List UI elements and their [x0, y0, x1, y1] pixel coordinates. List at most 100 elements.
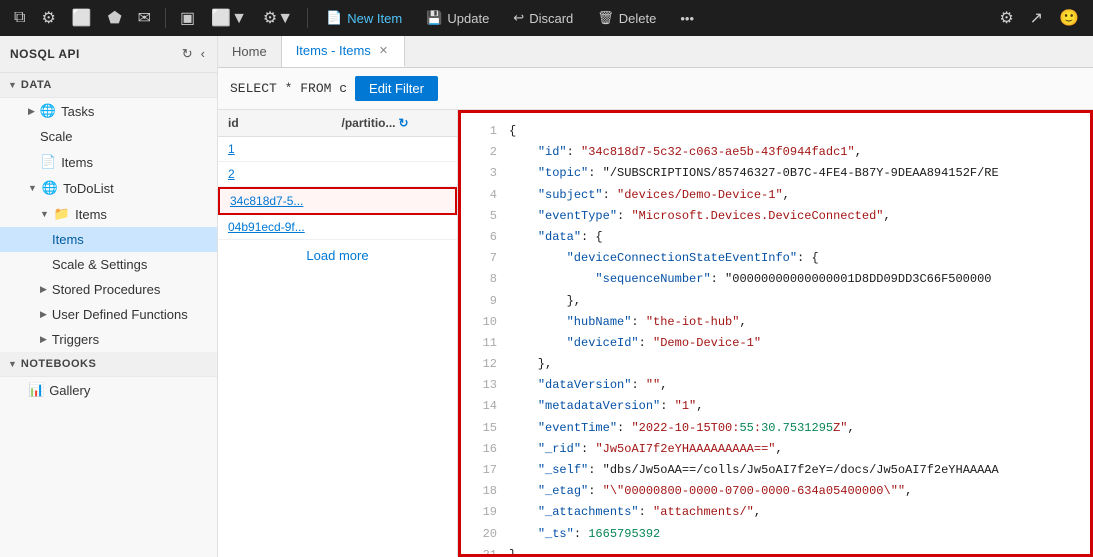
share-icon[interactable]: ↗ [1024, 4, 1049, 32]
todolist-chevron-icon: ▼ [28, 183, 37, 193]
json-line: 13 "dataVersion": "", [461, 375, 1090, 396]
triggers-chevron-icon: ▶ [40, 334, 47, 345]
notebooks-chevron-icon: ▼ [8, 359, 17, 369]
json-line: 12 }, [461, 354, 1090, 375]
refresh-partition-icon[interactable]: ↻ [399, 116, 409, 130]
discard-button[interactable]: ↩ Discard [503, 6, 583, 30]
json-line: 14 "metadataVersion": "1", [461, 396, 1090, 417]
line-number: 10 [469, 313, 497, 332]
json-line: 17 "_self": "dbs/Jw5oAA==/colls/Jw5oAI7f… [461, 460, 1090, 481]
notebooks-section-label: NOTEBOOKS [21, 358, 96, 370]
line-number: 3 [469, 164, 497, 183]
line-number: 20 [469, 525, 497, 544]
profile-icon[interactable]: 🙂 [1053, 4, 1085, 32]
json-line: 18 "_etag": "\"00000800-0000-0700-0000-6… [461, 481, 1090, 502]
todolist-folder-icon: 🌐 [42, 180, 58, 196]
delete-button[interactable]: 🗑 Delete [587, 6, 666, 30]
update-icon: 💾 [426, 10, 442, 26]
line-number: 14 [469, 397, 497, 416]
list-header: id /partitio... ↻ [218, 110, 457, 137]
row-id-3: 34c818d7-5... [230, 194, 334, 208]
line-number: 19 [469, 503, 497, 522]
sidebar-actions: ↻ ‹ [180, 44, 207, 64]
sidebar-item-scale-settings[interactable]: Scale & Settings [0, 252, 217, 277]
copy-icon[interactable]: ⧉ [8, 5, 31, 31]
collapse-sidebar-icon[interactable]: ‹ [199, 44, 207, 64]
global-settings-icon[interactable]: ⚙ [993, 4, 1019, 32]
open-query-icon[interactable]: ⬜▼ [205, 4, 253, 32]
row-id-2: 2 [228, 167, 334, 181]
gallery-label: Gallery [49, 383, 90, 398]
json-line: 11 "deviceId": "Demo-Device-1" [461, 333, 1090, 354]
sidebar-item-gallery[interactable]: 📊 Gallery [0, 377, 217, 403]
todolist-items-group-label: Items [75, 207, 107, 222]
line-number: 2 [469, 143, 497, 162]
main-layout: NOSQL API ↻ ‹ ▼ DATA ▶ 🌐 Tasks Scale 📄 I… [0, 36, 1093, 557]
tab-close-icon[interactable]: ✕ [377, 43, 390, 58]
new-item-icon: 📄 [326, 10, 342, 26]
sidebar-item-triggers[interactable]: ▶ Triggers [0, 327, 217, 352]
delete-label: Delete [619, 11, 657, 26]
edit-filter-button[interactable]: Edit Filter [355, 76, 438, 101]
update-button[interactable]: 💾 Update [416, 6, 499, 30]
sidebar-item-tasks-scale[interactable]: Scale [0, 124, 217, 149]
more-options-button[interactable]: ••• [670, 7, 704, 30]
json-line: 2 "id": "34c818d7-5c32-c063-ae5b-43f0944… [461, 142, 1090, 163]
json-line: 20 "_ts": 1665795392 [461, 524, 1090, 545]
sidebar: NOSQL API ↻ ‹ ▼ DATA ▶ 🌐 Tasks Scale 📄 I… [0, 36, 218, 557]
new-container-icon[interactable]: ▣ [174, 4, 201, 32]
stored-procs-chevron-icon: ▶ [40, 284, 47, 295]
data-section-header[interactable]: ▼ DATA [0, 73, 217, 98]
discard-icon: ↩ [513, 10, 524, 26]
sidebar-item-tasks[interactable]: ▶ 🌐 Tasks [0, 98, 217, 124]
content-area: Home Items - Items ✕ SELECT * FROM c Edi… [218, 36, 1093, 557]
settings-icon[interactable]: ⚙ [35, 4, 61, 32]
feedback-icon[interactable]: ✉ [132, 4, 157, 32]
json-line: 8 "sequenceNumber": "00000000000000001D8… [461, 269, 1090, 290]
data-section-label: DATA [21, 79, 52, 91]
list-row[interactable]: 04b91ecd-9f... [218, 215, 457, 240]
json-line: 7 "deviceConnectionStateEventInfo": { [461, 248, 1090, 269]
json-line: 19 "_attachments": "attachments/", [461, 502, 1090, 523]
user-functions-chevron-icon: ▶ [40, 309, 47, 320]
sidebar-item-todolist[interactable]: ▼ 🌐 ToDoList [0, 175, 217, 201]
divider-1 [165, 8, 166, 28]
sidebar-item-todolist-items-items[interactable]: Items [0, 227, 217, 252]
refresh-sidebar-icon[interactable]: ↻ [180, 44, 195, 64]
line-number: 16 [469, 440, 497, 459]
load-more-button[interactable]: Load more [218, 240, 457, 271]
line-number: 18 [469, 482, 497, 501]
list-row[interactable]: 2 [218, 162, 457, 187]
tab-items-items[interactable]: Items - Items ✕ [282, 36, 405, 67]
new-item-label: New Item [347, 11, 402, 26]
configure-icon[interactable]: ⚙▼ [257, 4, 299, 32]
row-id-4: 04b91ecd-9f... [228, 220, 334, 234]
list-row-highlighted[interactable]: 34c818d7-5... [218, 187, 457, 215]
line-number: 21 [469, 546, 497, 554]
json-line: 16 "_rid": "Jw5oAI7f2eYHAAAAAAAAA==", [461, 439, 1090, 460]
col-id-header: id [228, 116, 334, 130]
json-line: 6 "data": { [461, 227, 1090, 248]
sidebar-item-todolist-items-group[interactable]: ▼ 📁 Items [0, 201, 217, 227]
tab-home[interactable]: Home [218, 36, 282, 67]
browser-icon[interactable]: ⬜ [66, 4, 98, 32]
github-icon[interactable]: ⬟ [102, 4, 128, 32]
list-row[interactable]: 1 [218, 137, 457, 162]
sidebar-item-tasks-items[interactable]: 📄 Items [0, 149, 217, 175]
line-number: 1 [469, 122, 497, 141]
data-panel: id /partitio... ↻ 1 2 [218, 110, 1093, 557]
todolist-items-folder-icon: 📁 [54, 206, 70, 222]
line-number: 12 [469, 355, 497, 374]
sidebar-item-stored-procs[interactable]: ▶ Stored Procedures [0, 277, 217, 302]
line-number: 6 [469, 228, 497, 247]
divider-2 [307, 8, 308, 28]
json-content[interactable]: 1{2 "id": "34c818d7-5c32-c063-ae5b-43f09… [461, 113, 1090, 554]
json-line: 9 }, [461, 291, 1090, 312]
json-line: 21} [461, 545, 1090, 554]
tab-home-label: Home [232, 44, 267, 59]
sidebar-item-user-functions[interactable]: ▶ User Defined Functions [0, 302, 217, 327]
line-number: 17 [469, 461, 497, 480]
todolist-items-items-label: Items [52, 232, 84, 247]
new-item-button[interactable]: 📄 New Item [316, 6, 412, 30]
notebooks-section-header[interactable]: ▼ NOTEBOOKS [0, 352, 217, 377]
